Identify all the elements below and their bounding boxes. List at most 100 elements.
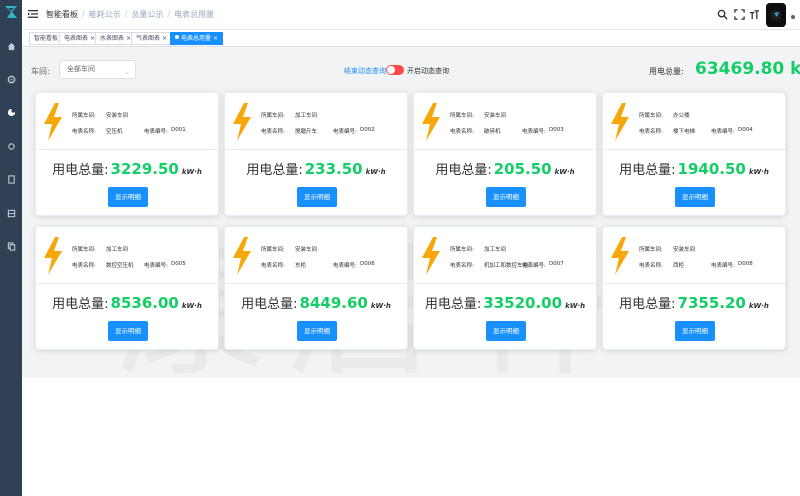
workshop-label: 所属车间: xyxy=(261,247,285,253)
show-detail-button[interactable]: 显示明细 xyxy=(486,321,526,341)
meter-name-value: 搅磨斤车 xyxy=(295,129,318,135)
usage-label: 用电总量: xyxy=(435,163,492,178)
avatar-image xyxy=(766,3,786,27)
show-detail-button[interactable]: 显示明细 xyxy=(297,187,337,207)
usage-unit: kW·h xyxy=(370,302,391,310)
font-size-icon[interactable] xyxy=(749,9,760,20)
fullscreen-icon[interactable] xyxy=(734,9,745,20)
usage-line: 用电总量: 8536.00 kW·h xyxy=(36,293,218,312)
sidebar-item-device[interactable] xyxy=(5,140,17,152)
show-detail-button[interactable]: 显示明细 xyxy=(486,187,526,207)
tag-gas-chart[interactable]: 气表图表 × xyxy=(131,32,173,45)
card-divider xyxy=(225,149,407,150)
close-icon[interactable]: × xyxy=(162,35,167,42)
sidebar-item-system[interactable] xyxy=(5,240,17,252)
breadcrumb-item[interactable]: 能耗公示 xyxy=(89,10,121,19)
workshop-label: 所属车间: xyxy=(639,247,663,253)
meter-name-label: 电表名称: xyxy=(72,129,96,135)
sidebar-item-energy[interactable] xyxy=(5,106,17,118)
settings-icon xyxy=(7,75,15,83)
search-icon[interactable] xyxy=(717,9,728,20)
meter-name-value: 西柜 xyxy=(673,263,685,269)
dynamic-query-switch[interactable] xyxy=(386,65,404,75)
card-divider xyxy=(225,283,407,284)
show-detail-button[interactable]: 显示明细 xyxy=(675,187,715,207)
tag-electric-total[interactable]: 电表总用量 × xyxy=(170,32,224,45)
meter-name-value: 破碎机 xyxy=(484,129,501,135)
workshop-label: 所属车间: xyxy=(639,113,663,119)
total-usage-value: 63469.80 kW·h xyxy=(695,59,800,79)
usage-unit: kW·h xyxy=(565,302,586,310)
workshop-label: 所属车间: xyxy=(450,113,474,119)
tag-water-chart[interactable]: 水表图表 × xyxy=(95,32,137,45)
app-logo-icon[interactable] xyxy=(3,4,19,20)
workshop-label: 所属车间: xyxy=(261,113,285,119)
tag-dashboard[interactable]: 智能看板 xyxy=(29,32,64,45)
usage-value: 205.50 xyxy=(493,160,552,178)
lightning-bolt-icon xyxy=(44,237,62,275)
workshop-value: 安装车间 xyxy=(295,247,318,253)
usage-value: 7355.20 xyxy=(677,294,746,312)
breadcrumb-item[interactable]: 总量公示 xyxy=(131,10,163,19)
usage-line: 用电总量: 8449.60 kW·h xyxy=(225,293,407,312)
tag-label: 电表总用量 xyxy=(181,35,212,42)
usage-line: 用电总量: 233.50 kW·h xyxy=(225,159,407,178)
meter-name-label: 电表名称: xyxy=(450,263,474,269)
navbar: 智能看板 / 能耗公示 / 总量公示 / 电表总用量 xyxy=(22,0,800,30)
meter-no-label: 电表编号: xyxy=(144,129,168,135)
usage-line: 用电总量: 7355.20 kW·h xyxy=(603,293,785,312)
workshop-select[interactable]: 全部车间 ⌄ xyxy=(59,60,136,79)
stop-dynamic-query-label[interactable]: 结束动态查询 xyxy=(344,66,386,76)
hamburger-icon[interactable] xyxy=(28,9,38,19)
sidebar-item-report[interactable] xyxy=(5,173,17,185)
breadcrumb: 智能看板 / 能耗公示 / 总量公示 / 电表总用量 xyxy=(46,10,215,19)
meter-name-value: 空压机 xyxy=(106,129,123,135)
usage-label: 用电总量: xyxy=(241,297,298,312)
usage-value: 8536.00 xyxy=(110,294,179,312)
usage-label: 用电总量: xyxy=(619,297,676,312)
workshop-label: 所属车间: xyxy=(450,247,474,253)
sidebar xyxy=(0,0,22,496)
workshop-value: 安装车间 xyxy=(484,113,507,119)
breadcrumb-item: 智能看板 xyxy=(46,10,78,19)
sidebar-item-home[interactable] xyxy=(5,40,17,52)
start-dynamic-query-label[interactable]: 开启动态查询 xyxy=(407,66,449,76)
show-detail-button[interactable]: 显示明细 xyxy=(297,321,337,341)
usage-value: 1940.50 xyxy=(677,160,746,178)
sidebar-item-monitor[interactable] xyxy=(5,73,17,85)
show-detail-button[interactable]: 显示明细 xyxy=(108,321,148,341)
usage-value: 8449.60 xyxy=(299,294,368,312)
meter-name-value: 楼下电梯 xyxy=(673,129,696,135)
show-detail-button[interactable]: 显示明细 xyxy=(108,187,148,207)
lightning-bolt-icon xyxy=(233,237,251,275)
main-content: 康居轩 车间: 全部车间 ⌄ 结束动态查询 开启动态查询 用电总量: 63469… xyxy=(22,48,800,378)
tag-electric-chart[interactable]: 电表图表 × xyxy=(59,32,101,45)
show-detail-button[interactable]: 显示明细 xyxy=(675,321,715,341)
meter-no-value: D001 xyxy=(171,127,186,133)
sidebar-item-data[interactable] xyxy=(5,207,17,219)
meter-name-label: 电表名称: xyxy=(639,263,663,269)
user-dropdown-caret[interactable] xyxy=(791,15,795,19)
meter-card: 所属车间: 加工车间 电表名称: 机加工和数控车间... 电表编号: D007 用电总量: 3… xyxy=(413,226,597,350)
meter-card: 所属车间: 安装车间 电表名称: 东柜 电表编号: D006 用电总量: 8449.60 kW·… xyxy=(224,226,408,350)
workshop-label: 所属车间: xyxy=(72,247,96,253)
copy-icon xyxy=(7,241,15,251)
meter-name-value: 数控空压机 xyxy=(106,263,134,269)
meter-no-value: D005 xyxy=(171,261,186,267)
gear-icon xyxy=(7,142,15,150)
meter-no-label: 电表编号: xyxy=(144,263,168,269)
close-icon[interactable]: × xyxy=(213,35,218,42)
total-usage-label: 用电总量: xyxy=(649,67,684,76)
meter-no-label: 电表编号: xyxy=(333,129,357,135)
lightning-bolt-icon xyxy=(611,237,629,275)
card-divider xyxy=(414,283,596,284)
avatar[interactable] xyxy=(766,3,786,27)
lightning-bolt-icon xyxy=(44,103,62,141)
card-divider xyxy=(603,149,785,150)
workshop-value: 办公楼 xyxy=(673,113,690,119)
meter-card: 所属车间: 办公楼 电表名称: 楼下电梯 电表编号: D004 用电总量: 1940.50 kW… xyxy=(602,92,786,216)
workshop-label: 车间: xyxy=(31,67,50,76)
usage-value: 233.50 xyxy=(304,160,363,178)
usage-value: 33520.00 xyxy=(483,294,563,312)
usage-unit: kW·h xyxy=(181,168,202,176)
